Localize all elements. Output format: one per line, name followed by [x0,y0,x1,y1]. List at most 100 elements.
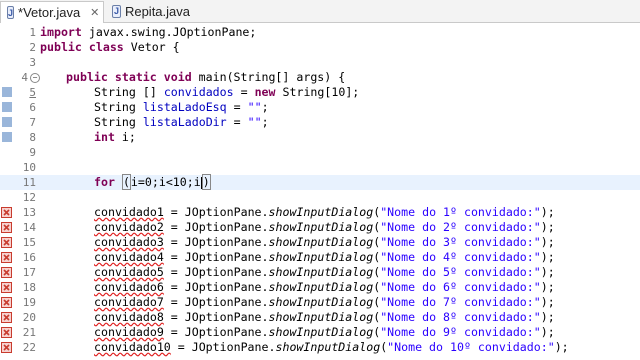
code-line: 7 String listaLadoDir = ""; [0,115,640,130]
code-text: ; [261,100,269,114]
code-line: 12 [0,190,640,205]
line-number: 3 [29,56,36,69]
keyword: static [114,70,157,84]
method-name: showInputDialog [275,340,381,354]
tab-vetor-java[interactable]: J *Vetor.java ✕ [0,1,104,23]
string-literal: "Nome do 10º convidado:" [387,340,555,354]
code-line: 19 convidado7 = JOptionPane.showInputDial… [0,295,640,310]
error-marker-icon[interactable] [1,252,12,263]
keyword: public [66,70,108,84]
error-marker-icon[interactable] [1,267,12,278]
tab-repita-java[interactable]: J Repita.java [106,1,196,21]
line-number: 10 [22,161,36,174]
line-number: 15 [22,236,36,249]
string-literal: "" [247,100,262,114]
code-text: javax.swing.JOptionPane; [81,25,257,39]
code-text: main(String[] args) { [191,70,346,84]
line-number: 11 [22,176,36,189]
variable-name: listaLadoEsq [142,100,227,114]
line-number: 14 [22,221,36,234]
code-text: ); [540,325,555,339]
line-number: 6 [29,101,36,114]
code-text: String [94,115,143,129]
code-line: 2 public class Vetor { [0,40,640,55]
undeclared-variable: convidado9 [94,325,164,339]
error-marker-icon[interactable] [1,312,12,323]
undeclared-variable: convidado3 [94,235,164,249]
warning-marker-icon[interactable] [2,117,12,127]
error-marker-icon[interactable] [1,297,12,308]
method-name: showInputDialog [268,265,374,279]
undeclared-variable: convidado8 [94,310,164,324]
code-text: = JOptionPane. [163,280,269,294]
method-name: showInputDialog [268,280,374,294]
code-text: String [94,100,143,114]
code-text: = JOptionPane. [163,235,269,249]
current-code-line: 11 for (i=0;i<10;i) [0,174,640,190]
line-number: 9 [29,146,36,159]
warning-marker-icon[interactable] [2,132,12,142]
method-name: showInputDialog [268,310,374,324]
code-text: = [233,85,255,99]
code-text: ); [540,310,555,324]
code-line: 9 [0,145,640,160]
method-name: showInputDialog [268,325,374,339]
string-literal: "Nome do 5º convidado:" [380,265,541,279]
warning-marker-icon[interactable] [2,87,12,97]
keyword: import [40,25,82,39]
line-number: 20 [22,311,36,324]
code-line: 8 int i; [0,130,640,145]
string-literal: "Nome do 2º convidado:" [380,220,541,234]
code-text: ; [261,115,269,129]
string-literal: "Nome do 6º convidado:" [380,280,541,294]
line-number: 7 [29,116,36,129]
warning-marker-icon[interactable] [2,102,12,112]
code-line: 21 convidado9 = JOptionPane.showInputDial… [0,325,640,340]
undeclared-variable: convidado1 [94,205,164,219]
code-line: 14 convidado2 = JOptionPane.showInputDial… [0,220,640,235]
string-literal: "Nome do 7º convidado:" [380,295,541,309]
error-marker-icon[interactable] [1,222,12,233]
close-icon[interactable]: ✕ [90,6,99,19]
code-text: String [] [94,85,164,99]
code-line: 18 convidado6 = JOptionPane.showInputDial… [0,280,640,295]
undeclared-variable: convidado4 [94,250,164,264]
method-name: showInputDialog [268,220,374,234]
line-number: 8 [29,131,36,144]
error-marker-icon[interactable] [1,342,12,353]
string-literal: "Nome do 9º convidado:" [380,325,541,339]
line-number: 17 [22,266,36,279]
code-text: ); [540,250,555,264]
code-text: ); [540,220,555,234]
code-line: 22 convidado10 = JOptionPane.showInputDia… [0,340,640,355]
undeclared-variable: convidado6 [94,280,164,294]
keyword: public [40,40,82,54]
string-literal: "Nome do 3º convidado:" [380,235,541,249]
variable-name: listaLadoDir [142,115,227,129]
line-number: 18 [22,281,36,294]
error-marker-icon[interactable] [1,327,12,338]
method-name: showInputDialog [268,205,374,219]
code-text: ( [121,174,131,190]
tab-label: Repita.java [124,3,190,19]
code-line: 4 − public static void main(String[] arg… [0,70,640,85]
undeclared-variable: convidado2 [94,220,164,234]
code-text: String[10]; [275,85,360,99]
undeclared-variable: convidado10 [94,340,171,354]
keyword: new [254,85,276,99]
undeclared-variable: convidado5 [94,265,164,279]
code-text: = JOptionPane. [170,340,276,354]
code-line: 20 convidado8 = JOptionPane.showInputDial… [0,310,640,325]
code-text: ); [540,295,555,309]
line-number: 5 [29,86,36,99]
error-marker-icon[interactable] [1,282,12,293]
error-marker-icon[interactable] [1,237,12,248]
editor-tab-bar: J *Vetor.java ✕ J Repita.java [0,0,640,23]
fold-toggle-icon[interactable]: − [30,73,40,83]
error-marker-icon[interactable] [1,207,12,218]
code-text: ); [540,265,555,279]
code-text: Vetor { [123,40,180,54]
code-text: = JOptionPane. [163,310,269,324]
